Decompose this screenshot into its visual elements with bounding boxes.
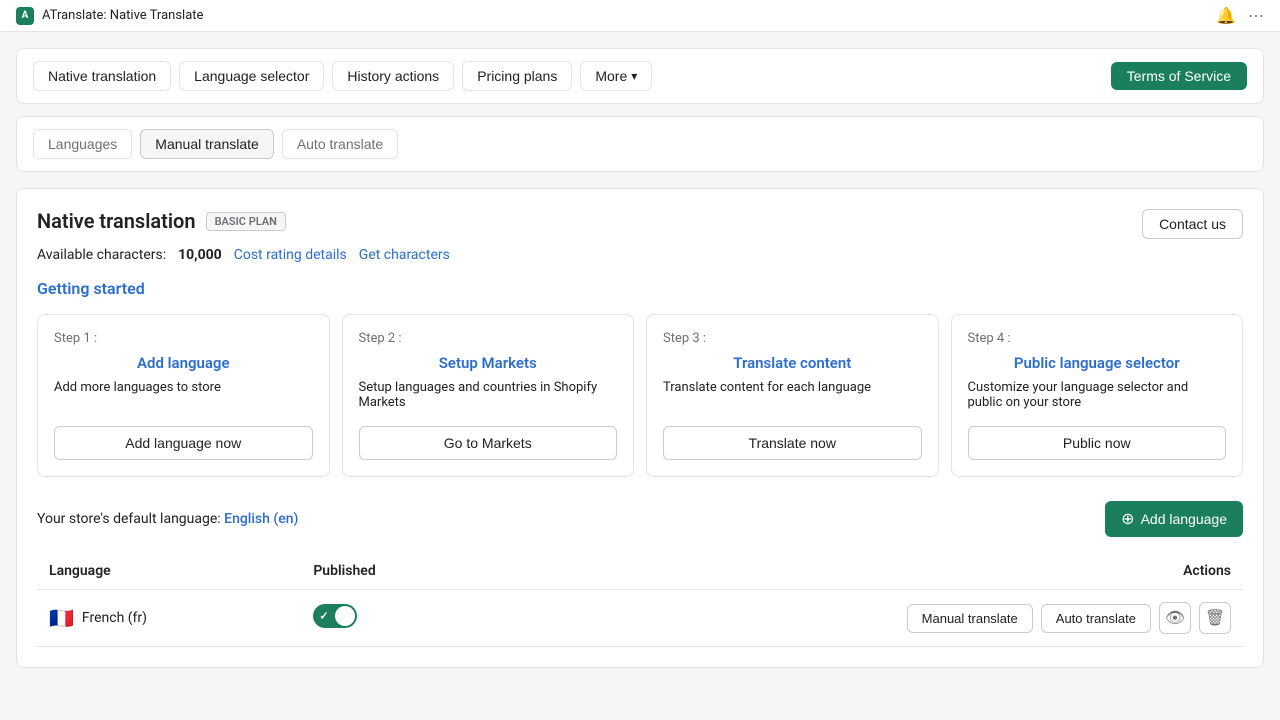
nav-translation[interactable]: Native translation [33, 61, 171, 91]
manual-translate-button[interactable]: Manual translate [907, 604, 1033, 633]
delete-icon-button[interactable]: 🗑 [1199, 602, 1231, 634]
default-lang-row: Your store's default language: English (… [37, 497, 1243, 541]
chars-row: Available characters: 10,000 Cost rating… [37, 247, 1243, 263]
page-wrapper: Native translation Language selector His… [0, 32, 1280, 720]
app-icon: A [16, 7, 34, 25]
row-actions: Manual translate Auto translate 👁 🗑 [500, 602, 1231, 634]
step-card-1: Step 1 : Add language Add more languages… [37, 314, 330, 477]
default-lang-label: Your store's default language: [37, 511, 224, 527]
check-icon: ✓ [319, 610, 328, 623]
plus-icon: ⊕ [1121, 509, 1134, 529]
contact-us-button[interactable]: Contact us [1142, 209, 1243, 239]
more-dots-icon[interactable]: ⋯ [1248, 6, 1264, 25]
chars-label: Available characters: [37, 247, 166, 263]
language-name: French (fr) [82, 610, 147, 626]
lang-cell-inner: 🇫🇷 French (fr) [49, 606, 289, 630]
col-published: Published [301, 553, 488, 590]
bell-icon[interactable]: 🔔 [1216, 6, 1236, 25]
published-toggle[interactable]: ✓ [313, 604, 357, 628]
add-language-button[interactable]: ⊕ Add language [1105, 501, 1243, 537]
subnav-manual-translate[interactable]: Manual translate [140, 129, 274, 159]
step-3-desc: Translate content for each language [663, 380, 922, 410]
chars-count: 10,000 [178, 247, 222, 263]
step-card-2: Step 2 : Setup Markets Setup languages a… [342, 314, 635, 477]
chevron-down-icon: ▾ [631, 69, 637, 83]
app-title: ATranslate: Native Translate [42, 8, 203, 23]
nav-more[interactable]: More ▾ [580, 61, 652, 91]
terms-of-service-button[interactable]: Terms of Service [1111, 62, 1247, 90]
add-language-now-button[interactable]: Add language now [54, 426, 313, 460]
content-header: Native translation BASIC PLAN Contact us [37, 209, 1243, 239]
nav-more-label: More [595, 68, 627, 84]
step-4-desc: Customize your language selector and pub… [968, 380, 1227, 410]
col-language: Language [37, 553, 301, 590]
steps-grid: Step 1 : Add language Add more languages… [37, 314, 1243, 477]
get-characters-link[interactable]: Get characters [359, 247, 450, 263]
default-lang-value[interactable]: English (en) [224, 511, 298, 527]
title-bar-right: 🔔 ⋯ [1216, 6, 1264, 25]
lang-cell: 🇫🇷 French (fr) [37, 590, 301, 647]
nav-history-actions[interactable]: History actions [332, 61, 454, 91]
step-card-3: Step 3 : Translate content Translate con… [646, 314, 939, 477]
title-bar-left: A ATranslate: Native Translate [16, 7, 203, 25]
public-now-button[interactable]: Public now [968, 426, 1227, 460]
cost-rating-link[interactable]: Cost rating details [234, 247, 347, 263]
top-nav: Native translation Language selector His… [16, 48, 1264, 104]
view-icon-button[interactable]: 👁 [1159, 602, 1191, 634]
title-bar: A ATranslate: Native Translate 🔔 ⋯ [0, 0, 1280, 32]
step-2-label: Step 2 : [359, 331, 618, 346]
published-cell: ✓ [301, 590, 488, 647]
actions-cell: Manual translate Auto translate 👁 🗑 [488, 590, 1243, 647]
step-4-label: Step 4 : [968, 331, 1227, 346]
add-language-label: Add language [1141, 511, 1227, 527]
step-card-4: Step 4 : Public language selector Custom… [951, 314, 1244, 477]
step-1-desc: Add more languages to store [54, 380, 313, 410]
subnav-auto-translate[interactable]: Auto translate [282, 129, 398, 159]
eye-icon: 👁 [1165, 608, 1185, 628]
nav-language-selector[interactable]: Language selector [179, 61, 324, 91]
auto-translate-button[interactable]: Auto translate [1041, 604, 1151, 633]
step-4-title: Public language selector [968, 354, 1227, 372]
language-table: Language Published Actions 🇫🇷 French (fr… [37, 553, 1243, 647]
step-1-title: Add language [54, 354, 313, 372]
sub-nav: Languages Manual translate Auto translat… [16, 116, 1264, 172]
plan-badge: BASIC PLAN [206, 212, 286, 231]
step-2-title: Setup Markets [359, 354, 618, 372]
nav-pricing-plans[interactable]: Pricing plans [462, 61, 572, 91]
content-area: Native translation BASIC PLAN Contact us… [16, 188, 1264, 668]
toggle-switch[interactable]: ✓ [313, 604, 357, 628]
translate-now-button[interactable]: Translate now [663, 426, 922, 460]
step-2-desc: Setup languages and countries in Shopify… [359, 380, 618, 410]
page-title: Native translation [37, 209, 196, 233]
table-row: 🇫🇷 French (fr) ✓ Manual tran [37, 590, 1243, 647]
step-3-label: Step 3 : [663, 331, 922, 346]
go-to-markets-button[interactable]: Go to Markets [359, 426, 618, 460]
trash-icon: 🗑 [1205, 608, 1225, 628]
flag-icon: 🇫🇷 [49, 606, 74, 630]
subnav-languages[interactable]: Languages [33, 129, 132, 159]
default-lang-info: Your store's default language: English (… [37, 511, 298, 527]
content-header-left: Native translation BASIC PLAN [37, 209, 286, 233]
col-actions: Actions [488, 553, 1243, 590]
step-1-label: Step 1 : [54, 331, 313, 346]
step-3-title: Translate content [663, 354, 922, 372]
getting-started-title: Getting started [37, 279, 1243, 298]
